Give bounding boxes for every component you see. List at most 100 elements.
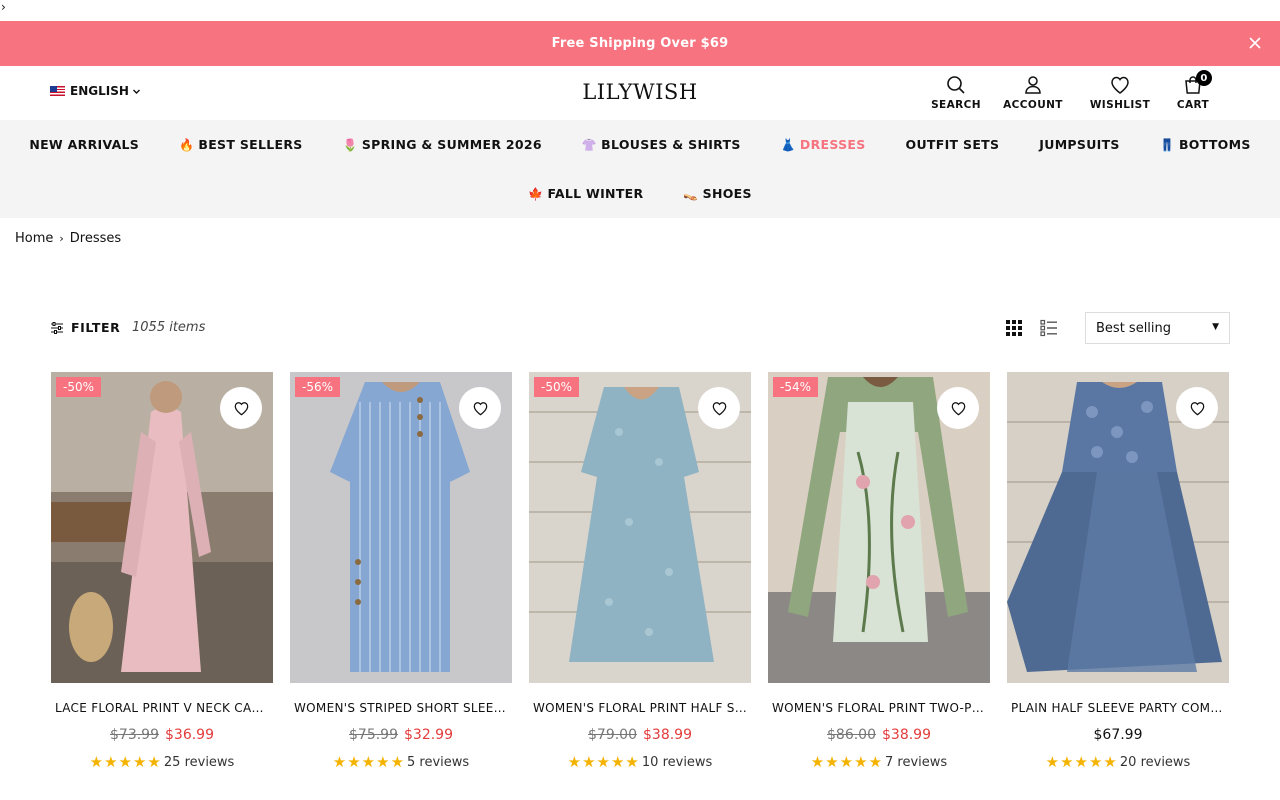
discount-badge: -50% — [534, 377, 580, 397]
discount-badge: -56% — [295, 377, 341, 397]
sliders-icon — [51, 321, 63, 334]
product-rating: ★★★★★ 10 reviews — [529, 753, 751, 771]
filter-label: FILTER — [71, 320, 121, 335]
nav-item-fall-winter[interactable]: 🍁 FALL WINTER — [528, 186, 643, 201]
product-image[interactable] — [1007, 372, 1229, 683]
nav-item-new-arrivals[interactable]: NEW ARRIVALS — [29, 137, 139, 152]
nav-row-2: 🍁 FALL WINTER 👡 SHOES — [0, 186, 1280, 201]
nav-item-jumpsuits[interactable]: JUMPSUITS — [1039, 137, 1119, 152]
list-view-icon[interactable] — [1040, 319, 1058, 337]
promo-text: Free Shipping Over $69 — [551, 36, 729, 51]
heart-icon — [473, 401, 487, 415]
heart-icon — [1111, 76, 1129, 94]
add-to-wishlist-button[interactable] — [1176, 387, 1218, 429]
account-button[interactable]: ACCOUNT — [994, 74, 1072, 111]
cart-button[interactable]: CART 0 — [1164, 70, 1222, 111]
star-rating-icon: ★★★★★ — [810, 753, 884, 771]
promo-banner: Free Shipping Over $69 — [0, 21, 1280, 66]
search-icon — [947, 76, 965, 94]
product-card: -54% WOMEN'S FLORAL PRINT TWO-PIECE DRES… — [768, 372, 990, 771]
collection-toolbar: FILTER 1055 items Best selling ▼ — [50, 312, 1230, 344]
breadcrumb-current: Dresses — [69, 231, 122, 246]
product-rating: ★★★★★ 25 reviews — [51, 753, 273, 771]
product-rating: ★★★★★ 20 reviews — [1007, 753, 1229, 771]
cart-count-badge: 0 — [1196, 70, 1212, 86]
original-price: $79.00 — [588, 727, 637, 743]
nav-item-bottoms[interactable]: 👖 BOTTOMS — [1160, 137, 1251, 152]
nav-item-label: SHOES — [702, 186, 752, 201]
heart-icon — [1190, 401, 1204, 415]
discount-badge: -54% — [773, 377, 819, 397]
account-label: ACCOUNT — [1003, 99, 1063, 111]
site-header: ENGLISH LILYWISH SEARCH ACCOUNT WISHLIST… — [0, 66, 1280, 120]
product-card: -50% LACE FLORAL PRINT V NECK CASUAL DRE… — [51, 372, 273, 771]
product-title[interactable]: LACE FLORAL PRINT V NECK CASUAL DRESS — [51, 701, 273, 715]
nav-item-spring-summer[interactable]: 🌷 SPRING & SUMMER 2026 — [343, 137, 542, 152]
product-title[interactable]: WOMEN'S FLORAL PRINT TWO-PIECE DRESS — [768, 701, 990, 715]
dress-icon: 👗 — [780, 137, 796, 152]
sort-value: Best selling — [1096, 320, 1172, 336]
product-title[interactable]: WOMEN'S FLORAL PRINT HALF SLEEVE DRESS — [529, 701, 751, 715]
close-icon[interactable] — [1246, 34, 1264, 52]
nav-item-label: JUMPSUITS — [1039, 137, 1120, 152]
product-image[interactable]: -56% — [290, 372, 512, 683]
product-rating: ★★★★★ 7 reviews — [768, 753, 990, 771]
nav-row-1: NEW ARRIVALS 🔥 BEST SELLERS 🌷 SPRING & SUM… — [0, 137, 1280, 152]
product-card: -56% WOMEN'S STRIPED SHORT SLEEVE DRESS … — [290, 372, 512, 771]
nav-item-outfit-sets[interactable]: OUTFIT SETS — [906, 137, 1000, 152]
product-rating: ★★★★★ 5 reviews — [290, 753, 512, 771]
search-label: SEARCH — [931, 99, 981, 111]
product-title[interactable]: PLAIN HALF SLEEVE PARTY COMFORT DRESS — [1007, 701, 1229, 715]
review-count: 20 reviews — [1119, 754, 1191, 770]
add-to-wishlist-button[interactable] — [459, 387, 501, 429]
filter-button[interactable]: FILTER — [50, 320, 120, 335]
heart-icon — [951, 401, 965, 415]
add-to-wishlist-button[interactable] — [698, 387, 740, 429]
nav-item-label: BLOUSES & SHIRTS — [601, 137, 741, 152]
wishlist-button[interactable]: WISHLIST — [1086, 74, 1154, 111]
sale-price: $32.99 — [404, 727, 453, 743]
product-image[interactable]: -50% — [529, 372, 751, 683]
add-to-wishlist-button[interactable] — [937, 387, 979, 429]
breadcrumb: Home › Dresses — [15, 231, 121, 246]
product-image[interactable]: -54% — [768, 372, 990, 683]
product-image[interactable]: -50% — [51, 372, 273, 683]
original-price: $75.99 — [349, 727, 398, 743]
product-title[interactable]: WOMEN'S STRIPED SHORT SLEEVE DRESS — [290, 701, 512, 715]
product-price: $86.00 $38.99 — [768, 727, 990, 743]
product-price: $79.00 $38.99 — [529, 727, 751, 743]
star-rating-icon: ★★★★★ — [567, 753, 640, 771]
product-price: $73.99 $36.99 — [51, 727, 273, 743]
fire-icon: 🔥 — [179, 137, 195, 152]
nav-item-shoes[interactable]: 👡 SHOES — [683, 186, 751, 201]
nav-item-label: BEST SELLERS — [198, 137, 303, 152]
cart-label: CART — [1176, 99, 1210, 111]
nav-item-dresses[interactable]: 👗 DRESSES — [781, 137, 866, 152]
breadcrumb-home[interactable]: Home — [15, 231, 53, 246]
grid-view-icon[interactable] — [1005, 319, 1023, 337]
heart-icon — [712, 401, 726, 415]
review-count: 5 reviews — [407, 754, 470, 770]
original-price: $86.00 — [827, 727, 876, 743]
product-grid: -50% LACE FLORAL PRINT V NECK CASUAL DRE… — [51, 372, 1229, 771]
original-price: $73.99 — [110, 727, 159, 743]
item-count: 1055 items — [132, 320, 206, 335]
nav-item-best-sellers[interactable]: 🔥 BEST SELLERS — [179, 137, 302, 152]
discount-badge: -50% — [56, 377, 102, 397]
nav-item-label: FALL WINTER — [547, 186, 644, 201]
product-card: PLAIN HALF SLEEVE PARTY COMFORT DRESS $6… — [1007, 372, 1229, 771]
maple-leaf-icon: 🍁 — [528, 186, 544, 201]
review-count: 10 reviews — [641, 754, 713, 770]
caret-down-icon: ▼ — [1212, 322, 1219, 332]
sort-select[interactable]: Best selling ▼ — [1085, 312, 1230, 344]
nav-item-label: DRESSES — [799, 137, 866, 152]
main-navigation: NEW ARRIVALS 🔥 BEST SELLERS 🌷 SPRING & SUM… — [0, 120, 1280, 218]
jeans-icon: 👖 — [1159, 137, 1175, 152]
search-button[interactable]: SEARCH — [926, 74, 986, 111]
add-to-wishlist-button[interactable] — [220, 387, 262, 429]
nav-item-label: NEW ARRIVALS — [29, 137, 140, 152]
heart-icon — [234, 401, 248, 415]
regular-price: $67.99 — [1093, 727, 1143, 743]
sale-price: $36.99 — [165, 727, 214, 743]
nav-item-blouses-shirts[interactable]: 👚 BLOUSES & SHIRTS — [582, 137, 741, 152]
